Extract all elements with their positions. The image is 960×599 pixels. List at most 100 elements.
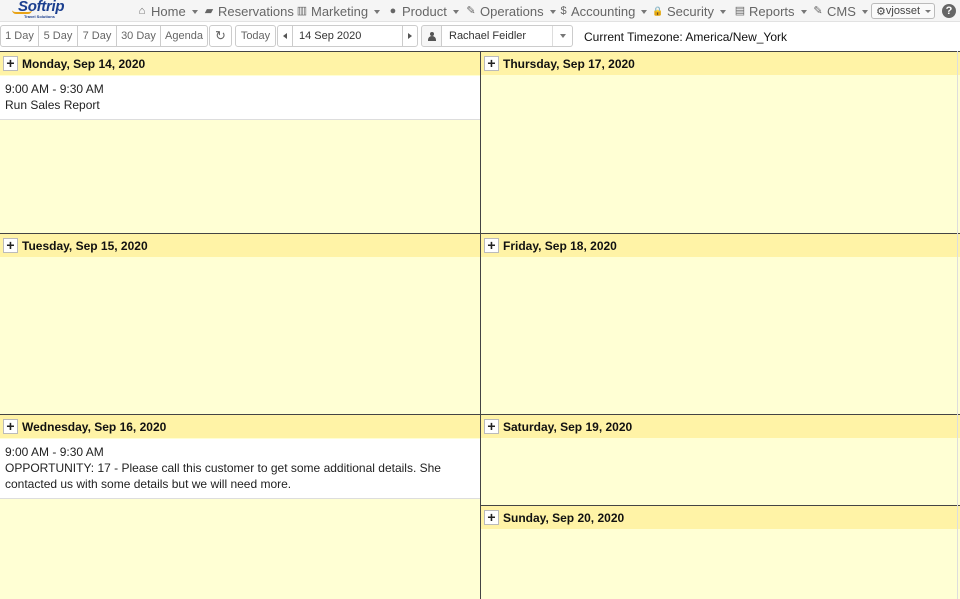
event-time: 9:00 AM - 9:30 AM: [5, 445, 104, 459]
add-event-button[interactable]: +: [484, 56, 499, 71]
day-header: + Wednesday, Sep 16, 2020: [0, 415, 480, 438]
nav-reports-label: Reports: [749, 3, 795, 19]
chevron-down-icon: [452, 9, 459, 14]
chevron-down-icon: [861, 9, 868, 14]
home-icon: ⌂: [138, 5, 146, 17]
nav-security[interactable]: 🔒 Security: [652, 0, 726, 22]
chevron-down-icon: [925, 9, 932, 13]
nav-home-label: Home: [151, 3, 186, 19]
view-7-day-button[interactable]: 7 Day: [77, 25, 117, 47]
view-1-day-button[interactable]: 1 Day: [0, 25, 39, 47]
nav-reservations[interactable]: ▰ Reservations: [203, 0, 294, 22]
day-panel-saturday: + Saturday, Sep 19, 2020: [481, 414, 960, 505]
right-border: [957, 51, 958, 599]
agent-select[interactable]: Rachael Feidler: [442, 25, 573, 47]
day-header: + Friday, Sep 18, 2020: [481, 234, 960, 257]
calendar-event[interactable]: 9:00 AM - 9:30 AM OPPORTUNITY: 17 - Plea…: [0, 439, 480, 499]
day-panel-thursday: + Thursday, Sep 17, 2020: [481, 51, 960, 233]
nav-operations[interactable]: ✎ Operations: [465, 0, 556, 22]
chevron-right-icon: [408, 33, 412, 39]
nav-accounting[interactable]: $ Accounting: [559, 0, 648, 22]
event-time: 9:00 AM - 9:30 AM: [5, 82, 104, 96]
date-input[interactable]: 14 Sep 2020: [293, 25, 404, 47]
refresh-button[interactable]: ↻: [209, 25, 232, 47]
day-header: + Saturday, Sep 19, 2020: [481, 415, 960, 438]
calendar-toolbar: 1 Day 5 Day 7 Day 30 Day Agenda ↻ Today …: [0, 23, 960, 50]
user-icon: [427, 31, 436, 41]
day-title: Wednesday, Sep 16, 2020: [22, 419, 167, 434]
nav-cms-label: CMS: [827, 3, 856, 19]
chevron-left-icon: [283, 33, 287, 39]
nav-marketing[interactable]: ▥ Marketing: [296, 0, 381, 22]
top-navbar: Softrip Travel Solutions ⌂ Home ▰ Reserv…: [0, 0, 960, 22]
bar-chart-icon: ▥: [296, 5, 308, 17]
timezone-display: Current Timezone: America/New_York: [584, 30, 787, 44]
add-event-button[interactable]: +: [3, 56, 18, 71]
add-event-button[interactable]: +: [484, 510, 499, 525]
nav-reports[interactable]: ▤ Reports: [734, 0, 807, 22]
day-title: Saturday, Sep 19, 2020: [503, 419, 633, 434]
book-icon: ▰: [204, 5, 214, 17]
event-text: Run Sales Report: [5, 98, 100, 112]
chevron-down-icon: [191, 9, 198, 14]
nav-security-label: Security: [667, 3, 714, 19]
day-panel-wednesday: + Wednesday, Sep 16, 2020 9:00 AM - 9:30…: [0, 414, 480, 599]
day-header: + Tuesday, Sep 15, 2020: [0, 234, 480, 257]
view-switcher: 1 Day 5 Day 7 Day 30 Day Agenda: [0, 25, 208, 47]
wrench-icon: ✎: [466, 5, 476, 17]
view-30-day-button[interactable]: 30 Day: [116, 25, 161, 47]
previous-day-button[interactable]: [277, 25, 293, 47]
nav-accounting-label: Accounting: [571, 3, 636, 19]
file-icon: ▤: [734, 5, 746, 17]
calendar-event[interactable]: 9:00 AM - 9:30 AM Run Sales Report: [0, 76, 480, 120]
today-button[interactable]: Today: [235, 25, 276, 47]
chevron-down-icon: [549, 9, 556, 14]
logo-text: Softrip: [18, 0, 65, 15]
add-event-button[interactable]: +: [484, 238, 499, 253]
nav-cms[interactable]: ✎ CMS: [812, 0, 868, 22]
gear-icon: ⚙: [876, 5, 886, 18]
day-header: + Sunday, Sep 20, 2020: [481, 506, 960, 529]
select-caret[interactable]: [552, 26, 572, 46]
agent-select-value: Rachael Feidler: [449, 30, 527, 42]
nav-operations-label: Operations: [480, 3, 544, 19]
nav-home[interactable]: ⌂ Home: [136, 0, 198, 22]
add-event-button[interactable]: +: [3, 238, 18, 253]
day-title: Sunday, Sep 20, 2020: [503, 510, 625, 525]
user-name: vjosset: [885, 5, 921, 17]
softrip-logo[interactable]: Softrip Travel Solutions: [12, 0, 72, 22]
day-title: Tuesday, Sep 15, 2020: [22, 238, 148, 253]
nav-marketing-label: Marketing: [311, 3, 369, 19]
chevron-down-icon: [719, 9, 726, 14]
dollar-icon: $: [560, 5, 567, 17]
chevron-down-icon: [641, 9, 648, 14]
day-panel-friday: + Friday, Sep 18, 2020: [481, 233, 960, 414]
day-panel-sunday: + Sunday, Sep 20, 2020: [481, 505, 960, 599]
timezone-value: America/New_York: [685, 30, 787, 44]
timezone-label: Current Timezone:: [584, 30, 683, 44]
day-title: Friday, Sep 18, 2020: [503, 238, 617, 253]
add-event-button[interactable]: +: [3, 419, 18, 434]
chevron-down-icon: [800, 9, 807, 14]
day-title: Monday, Sep 14, 2020: [22, 56, 146, 71]
day-header: + Thursday, Sep 17, 2020: [481, 52, 960, 75]
logo-tagline: Travel Solutions: [24, 14, 55, 19]
agent-picker-button[interactable]: [421, 25, 442, 47]
chevron-down-icon: [374, 9, 381, 14]
day-title: Thursday, Sep 17, 2020: [503, 56, 635, 71]
lock-icon: 🔒: [652, 6, 664, 16]
nav-product[interactable]: ● Product: [387, 0, 459, 22]
view-agenda-button[interactable]: Agenda: [160, 25, 208, 47]
help-icon[interactable]: ?: [942, 4, 956, 18]
globe-icon: ●: [389, 5, 397, 17]
add-event-button[interactable]: +: [484, 419, 499, 434]
next-day-button[interactable]: [402, 25, 418, 47]
nav-reservations-label: Reservations: [218, 3, 294, 19]
day-panel-monday: + Monday, Sep 14, 2020 9:00 AM - 9:30 AM…: [0, 51, 480, 233]
nav-product-label: Product: [402, 3, 447, 19]
edit-icon: ✎: [813, 5, 823, 17]
view-5-day-button[interactable]: 5 Day: [38, 25, 78, 47]
column-divider: [480, 51, 481, 599]
day-panel-tuesday: + Tuesday, Sep 15, 2020: [0, 233, 480, 414]
user-menu-button[interactable]: ⚙ vjosset: [871, 3, 935, 19]
